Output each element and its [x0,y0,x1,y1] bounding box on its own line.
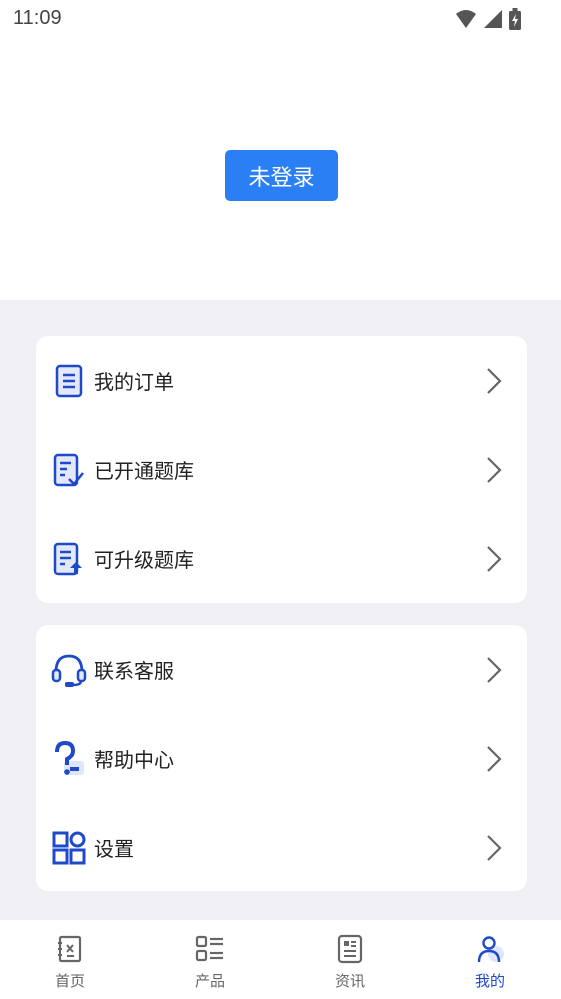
menu-item-settings[interactable]: 设置 [36,803,527,892]
menu-item-label: 设置 [94,837,134,861]
tab-label: 资讯 [334,972,365,990]
tab-home[interactable]: 首页 [0,920,140,999]
opened-bank-icon [51,452,87,488]
tab-products[interactable]: 产品 [140,920,280,999]
chevron-right-icon [487,456,502,483]
menu-item-label: 已开通题库 [94,459,194,483]
tab-label: 首页 [54,972,85,990]
menu-item-my-orders[interactable]: 我的订单 [36,336,527,425]
tab-news[interactable]: 资讯 [280,920,420,999]
status-bar: 11:09 [0,0,561,38]
chevron-right-icon [487,745,502,772]
chevron-right-icon [487,834,502,861]
upgrade-bank-icon [51,541,87,577]
status-icons [455,8,521,30]
chevron-right-icon [487,656,502,683]
tab-label: 产品 [194,972,225,990]
news-icon [337,934,363,964]
signal-icon [484,10,502,28]
tab-label: 我的 [474,972,505,990]
help-icon [51,740,87,777]
menu-item-upgradable-banks[interactable]: 可升级题库 [36,514,527,603]
tab-profile[interactable]: 我的 [420,920,560,999]
battery-icon [509,8,521,30]
menu-card-support: 联系客服 帮助中心 设置 [36,625,527,891]
bottom-tab-bar: 首页 产品 资讯 我的 [0,920,561,999]
menu-item-label: 我的订单 [94,370,174,394]
menu-item-opened-banks[interactable]: 已开通题库 [36,425,527,514]
menu-item-label: 联系客服 [94,659,174,683]
menu-item-label: 可升级题库 [94,548,194,572]
menu-item-help-center[interactable]: 帮助中心 [36,714,527,803]
menu-card-orders: 我的订单 已开通题库 可升级题库 [36,336,527,603]
login-button[interactable]: 未登录 [225,150,338,201]
menu-item-label: 帮助中心 [94,748,174,772]
wifi-icon [456,10,476,28]
menu-item-contact-support[interactable]: 联系客服 [36,625,527,714]
order-icon [51,363,87,399]
status-time: 11:09 [13,7,62,29]
home-icon [58,935,82,963]
settings-icon [51,830,87,866]
chevron-right-icon [487,545,502,572]
product-icon [195,935,223,962]
headset-icon [51,652,87,688]
profile-icon [477,936,504,963]
chevron-right-icon [487,367,502,394]
profile-header: 未登录 [0,38,561,300]
